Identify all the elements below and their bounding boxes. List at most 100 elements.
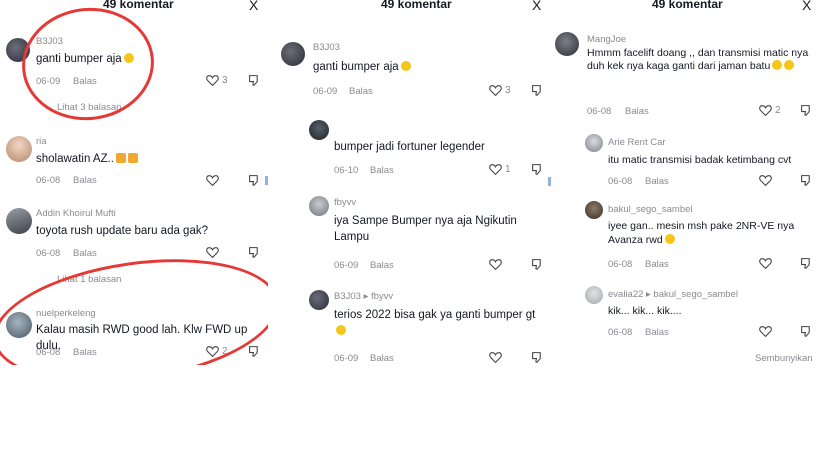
dislike-icon[interactable] bbox=[248, 174, 261, 187]
avatar[interactable] bbox=[555, 32, 579, 56]
comment-username[interactable]: evalia22 ▸ bakul_sego_sambel bbox=[608, 289, 738, 300]
like-button[interactable]: 1 bbox=[489, 163, 511, 175]
comments-panel-3: 49 komentar X MangJoe Hmmm facelift doan… bbox=[552, 0, 819, 365]
heart-icon bbox=[759, 175, 772, 186]
heart-icon bbox=[206, 247, 219, 258]
smile-emoji bbox=[664, 234, 675, 244]
reply-button[interactable]: Balas bbox=[73, 347, 97, 358]
comment-username[interactable]: MangJoe bbox=[587, 34, 626, 45]
reply-button[interactable]: Balas bbox=[645, 327, 669, 338]
comment-username[interactable]: fbyvv bbox=[334, 197, 356, 208]
close-icon[interactable]: X bbox=[249, 0, 258, 13]
reply-button[interactable]: Balas bbox=[370, 353, 394, 364]
dislike-icon[interactable] bbox=[248, 74, 261, 87]
like-count: 3 bbox=[222, 74, 228, 86]
comment-text: Hmmm facelift doang ,, dan transmisi mat… bbox=[587, 47, 809, 72]
comment-username[interactable]: B3J03 bbox=[313, 42, 340, 53]
reply-button[interactable]: Balas bbox=[645, 259, 669, 270]
comment-text: itu matic transmisi badak ketimbang cvt bbox=[608, 154, 792, 166]
like-count: 2 bbox=[222, 345, 228, 357]
comment-text: Kalau masih RWD good lah. Klw FWD up dul… bbox=[36, 324, 248, 352]
avatar[interactable] bbox=[585, 134, 603, 152]
heart-icon bbox=[759, 258, 772, 269]
dislike-icon[interactable] bbox=[531, 163, 544, 176]
comment-username[interactable]: Addin Khoirul Mufti bbox=[36, 208, 116, 219]
like-button[interactable] bbox=[759, 325, 772, 337]
like-button[interactable] bbox=[206, 174, 219, 186]
like-button[interactable] bbox=[759, 174, 772, 186]
comment-text: iya Sampe Bumper nya aja Ngikutin Lampu bbox=[334, 215, 517, 243]
comment-text: bumper jadi fortuner legender bbox=[334, 141, 485, 153]
dislike-icon[interactable] bbox=[800, 104, 813, 117]
comment-username[interactable]: ria bbox=[36, 136, 47, 147]
view-replies-link[interactable]: Lihat 1 balasan bbox=[57, 274, 121, 285]
reply-button[interactable]: Balas bbox=[349, 86, 373, 97]
comment-text: iyee gan.. mesin msh pake 2NR-VE nya Ava… bbox=[608, 220, 795, 246]
dislike-icon[interactable] bbox=[531, 351, 544, 364]
like-button[interactable] bbox=[759, 257, 772, 269]
comment-username[interactable]: Arie Rent Car bbox=[608, 137, 666, 148]
dislike-icon[interactable] bbox=[531, 84, 544, 97]
like-button[interactable]: 2 bbox=[759, 104, 781, 116]
comment-username[interactable]: B3J03 bbox=[36, 36, 63, 47]
like-button[interactable] bbox=[206, 246, 219, 258]
close-icon[interactable]: X bbox=[802, 0, 811, 13]
screenshot-collage: 49 komentar X B3J03 ganti bumper aja 06-… bbox=[0, 0, 819, 460]
comment-date: 06-09 bbox=[334, 260, 359, 271]
smile-emoji bbox=[772, 60, 783, 70]
dislike-icon[interactable] bbox=[800, 325, 813, 338]
like-button[interactable]: 3 bbox=[489, 84, 511, 96]
avatar[interactable] bbox=[6, 136, 32, 162]
comment-date: 06-08 bbox=[36, 175, 61, 186]
comment-count-title: 49 komentar bbox=[103, 0, 174, 11]
comment-date: 06-08 bbox=[608, 327, 633, 338]
avatar[interactable] bbox=[6, 208, 32, 234]
like-button[interactable] bbox=[489, 351, 502, 363]
heart-icon bbox=[759, 105, 772, 116]
comment-username[interactable]: B3J03 ▸ fbyvv bbox=[334, 291, 393, 302]
comment-text: sholawatin AZ.. bbox=[36, 151, 138, 167]
comment-date: 06-10 bbox=[334, 165, 359, 176]
comment-text: ganti bumper aja bbox=[36, 51, 134, 67]
like-count: 3 bbox=[505, 84, 511, 96]
comment-date: 06-08 bbox=[608, 259, 633, 270]
dislike-icon[interactable] bbox=[248, 345, 261, 358]
like-button[interactable]: 3 bbox=[206, 74, 228, 86]
reply-button[interactable]: Balas bbox=[73, 76, 97, 87]
close-icon[interactable]: X bbox=[532, 0, 541, 13]
avatar[interactable] bbox=[309, 196, 329, 216]
comment-date: 06-09 bbox=[334, 353, 359, 364]
avatar[interactable] bbox=[585, 201, 603, 219]
heart-icon bbox=[489, 352, 502, 363]
reply-button[interactable]: Balas bbox=[370, 260, 394, 271]
cut-off-element bbox=[265, 176, 268, 185]
comment-count-title: 49 komentar bbox=[652, 0, 723, 11]
comment-text: ganti bumper aja bbox=[313, 59, 411, 75]
like-button[interactable]: 2 bbox=[206, 345, 228, 357]
heart-icon bbox=[489, 259, 502, 270]
comment-username[interactable]: bakul_sego_sambel bbox=[608, 204, 693, 215]
hide-replies-link[interactable]: Sembunyikan bbox=[755, 353, 813, 364]
reply-button[interactable]: Balas bbox=[370, 165, 394, 176]
dislike-icon[interactable] bbox=[800, 257, 813, 270]
dislike-icon[interactable] bbox=[531, 258, 544, 271]
reply-button[interactable]: Balas bbox=[645, 176, 669, 187]
heart-icon bbox=[206, 75, 219, 86]
comment-count-title: 49 komentar bbox=[381, 0, 452, 11]
avatar[interactable] bbox=[585, 286, 603, 304]
comment-date: 06-08 bbox=[608, 176, 633, 187]
avatar[interactable] bbox=[309, 120, 329, 140]
dislike-icon[interactable] bbox=[800, 174, 813, 187]
reply-button[interactable]: Balas bbox=[73, 248, 97, 259]
reply-button[interactable]: Balas bbox=[73, 175, 97, 186]
like-button[interactable] bbox=[489, 258, 502, 270]
panel-header: 49 komentar X bbox=[552, 0, 819, 17]
avatar[interactable] bbox=[6, 38, 30, 62]
avatar[interactable] bbox=[281, 42, 305, 66]
avatar[interactable] bbox=[309, 290, 329, 310]
comment-username[interactable]: nuelperkeleng bbox=[36, 308, 96, 319]
view-replies-link[interactable]: Lihat 3 balasan bbox=[57, 102, 121, 113]
dislike-icon[interactable] bbox=[248, 246, 261, 259]
avatar[interactable] bbox=[6, 312, 32, 338]
reply-button[interactable]: Balas bbox=[625, 106, 649, 117]
